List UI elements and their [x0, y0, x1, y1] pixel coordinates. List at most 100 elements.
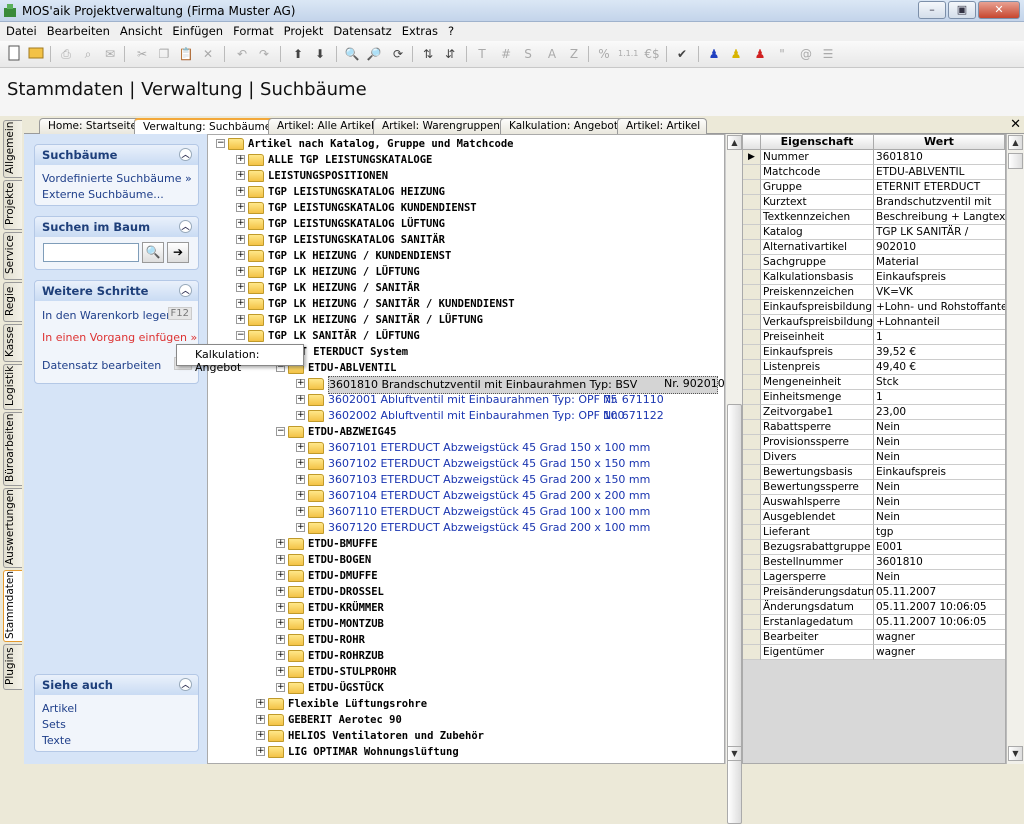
link-vordefinierte-suchbaeume[interactable]: Vordefinierte Suchbäume »: [35, 170, 198, 186]
property-row[interactable]: Listenpreis 49,40 €: [743, 360, 1005, 375]
property-value[interactable]: tgp: [874, 525, 1005, 540]
expand-icon[interactable]: +: [296, 443, 305, 452]
expand-icon[interactable]: +: [256, 715, 265, 724]
property-row[interactable]: Eigentümer wagner: [743, 645, 1005, 660]
property-value[interactable]: Nein: [874, 420, 1005, 435]
redo-icon[interactable]: ↷: [254, 45, 274, 63]
property-row[interactable]: Preiseinheit 1: [743, 330, 1005, 345]
property-row[interactable]: Divers Nein: [743, 450, 1005, 465]
tree-node[interactable]: +3607110 ETERDUCT Abzweigstück 45 Grad 1…: [214, 504, 724, 520]
header-wert[interactable]: Wert: [874, 135, 1005, 150]
menu-einfuegen[interactable]: Einfügen: [168, 22, 229, 41]
delete-icon[interactable]: ✕: [198, 45, 218, 63]
link-in-vorgang-einfuegen[interactable]: In einen Vorgang einfügen »: [35, 329, 198, 345]
tab-kalkulation-angebot[interactable]: Kalkulation: Angebot: [500, 118, 625, 134]
property-row[interactable]: Alternativartikel 902010: [743, 240, 1005, 255]
property-value[interactable]: Stck: [874, 375, 1005, 390]
tree-node[interactable]: + ETDU-DROSSEL: [214, 584, 724, 600]
cut-icon[interactable]: ✂: [132, 45, 152, 63]
tree-node[interactable]: + Flexible Lüftungsrohre: [214, 696, 724, 712]
property-value[interactable]: 39,52 €: [874, 345, 1005, 360]
expand-icon[interactable]: +: [236, 267, 245, 276]
side-tab-allgemein[interactable]: Allgemein: [3, 120, 22, 178]
open-folder-icon[interactable]: [26, 45, 46, 63]
collapse-icon[interactable]: −: [276, 427, 285, 436]
property-value[interactable]: Nein: [874, 450, 1005, 465]
collapse-icon[interactable]: −: [236, 331, 245, 340]
property-value[interactable]: TGP LK SANITÄR /: [874, 225, 1005, 240]
property-value[interactable]: wagner: [874, 630, 1005, 645]
property-row[interactable]: Erstanlagedatum 05.11.2007 10:06:05: [743, 615, 1005, 630]
expand-icon[interactable]: +: [236, 219, 245, 228]
collapse-icon[interactable]: ︿: [179, 148, 192, 161]
expand-icon[interactable]: +: [276, 555, 285, 564]
scroll-up-icon[interactable]: ▲: [1008, 135, 1023, 150]
property-value[interactable]: +Lohn- und Rohstoffanteil: [874, 300, 1005, 315]
property-row[interactable]: Verkaufspreisbildung +Lohnanteil: [743, 315, 1005, 330]
tree-node[interactable]: +3607102 ETERDUCT Abzweigstück 45 Grad 1…: [214, 456, 724, 472]
mail-icon[interactable]: ✉: [100, 45, 120, 63]
expand-icon[interactable]: +: [296, 475, 305, 484]
tree-node[interactable]: + LEISTUNGSPOSITIONEN: [214, 168, 724, 184]
property-row[interactable]: Ausgeblendet Nein: [743, 510, 1005, 525]
expand-icon[interactable]: +: [276, 667, 285, 676]
side-tab-stammdaten[interactable]: Stammdaten: [3, 570, 22, 642]
tab-artikel-artikel[interactable]: Artikel: Artikel: [617, 118, 708, 134]
property-scrollbar[interactable]: ▲ ▼: [1006, 134, 1024, 764]
side-tab-bueroarbeiten[interactable]: Büroarbeiten: [3, 412, 22, 486]
tree-node[interactable]: + HELIOS Ventilatoren und Zubehör: [214, 728, 724, 744]
print-preview-icon[interactable]: ⌕: [78, 45, 98, 63]
user-yellow-icon[interactable]: ♟: [726, 45, 746, 63]
property-row[interactable]: Kurztext Brandschutzventil mit: [743, 195, 1005, 210]
link-texte[interactable]: Texte: [35, 732, 198, 748]
property-row[interactable]: Matchcode ETDU-ABLVENTIL: [743, 165, 1005, 180]
property-value[interactable]: Nein: [874, 570, 1005, 585]
a-format-icon[interactable]: A: [542, 45, 562, 63]
expand-icon[interactable]: +: [276, 619, 285, 628]
tab-verwaltung-suchbaeume[interactable]: Verwaltung: Suchbäume: [134, 118, 279, 135]
property-value[interactable]: Material: [874, 255, 1005, 270]
tree-scrollbar[interactable]: ▲ ▼: [725, 134, 742, 824]
sort-ascending-icon[interactable]: ⇅: [418, 45, 438, 63]
property-value[interactable]: Brandschutzventil mit: [874, 195, 1005, 210]
property-value[interactable]: 1: [874, 390, 1005, 405]
header-eigenschaft[interactable]: Eigenschaft: [761, 135, 874, 150]
maximize-button[interactable]: ▣: [948, 1, 976, 19]
tree-node[interactable]: + ETDU-KRÜMMER: [214, 600, 724, 616]
menu-help[interactable]: ?: [444, 22, 460, 41]
collapse-icon[interactable]: ︿: [179, 284, 192, 297]
tree-node[interactable]: − TGP LK SANITÄR / LÜFTUNG: [214, 328, 724, 344]
property-row[interactable]: Auswahlsperre Nein: [743, 495, 1005, 510]
numbering-icon[interactable]: 1.1.1: [618, 45, 638, 63]
tab-artikel-warengruppen[interactable]: Artikel: Warengruppen: [373, 118, 507, 134]
property-row[interactable]: Bestellnummer 3601810: [743, 555, 1005, 570]
menu-ansicht[interactable]: Ansicht: [116, 22, 168, 41]
expand-icon[interactable]: +: [296, 507, 305, 516]
property-value[interactable]: ETERNIT ETERDUCT: [874, 180, 1005, 195]
expand-icon[interactable]: +: [236, 187, 245, 196]
property-row[interactable]: Preiskennzeichen VK=VK: [743, 285, 1005, 300]
side-tab-regie[interactable]: Regie: [3, 282, 22, 322]
undo-icon[interactable]: ↶: [232, 45, 252, 63]
side-tab-service[interactable]: Service: [3, 232, 22, 280]
tree-node[interactable]: + ETDU-ROHR: [214, 632, 724, 648]
tree-node[interactable]: + TGP LK HEIZUNG / SANITÄR / LÜFTUNG: [214, 312, 724, 328]
tab-artikel-alle-artikel[interactable]: Artikel: Alle Artikel: [268, 118, 381, 134]
property-row[interactable]: Lagersperre Nein: [743, 570, 1005, 585]
menu-extras[interactable]: Extras: [398, 22, 444, 41]
property-row[interactable]: Einkaufspreis 39,52 €: [743, 345, 1005, 360]
arrow-up-icon[interactable]: ⬆: [288, 45, 308, 63]
menu-datei[interactable]: Datei: [2, 22, 43, 41]
expand-icon[interactable]: +: [296, 395, 305, 404]
property-value[interactable]: +Lohnanteil: [874, 315, 1005, 330]
expand-icon[interactable]: +: [236, 251, 245, 260]
property-value[interactable]: 3601810: [874, 555, 1005, 570]
tree-node[interactable]: + TGP LK HEIZUNG / KUNDENDIENST: [214, 248, 724, 264]
property-row[interactable]: Textkennzeichen Beschreibung + Langtext: [743, 210, 1005, 225]
expand-icon[interactable]: +: [236, 299, 245, 308]
property-value[interactable]: VK=VK: [874, 285, 1005, 300]
property-row[interactable]: Bewertungssperre Nein: [743, 480, 1005, 495]
tree-node[interactable]: +3607120 ETERDUCT Abzweigstück 45 Grad 2…: [214, 520, 724, 536]
expand-icon[interactable]: +: [276, 539, 285, 548]
s-format-icon[interactable]: S: [518, 45, 538, 63]
